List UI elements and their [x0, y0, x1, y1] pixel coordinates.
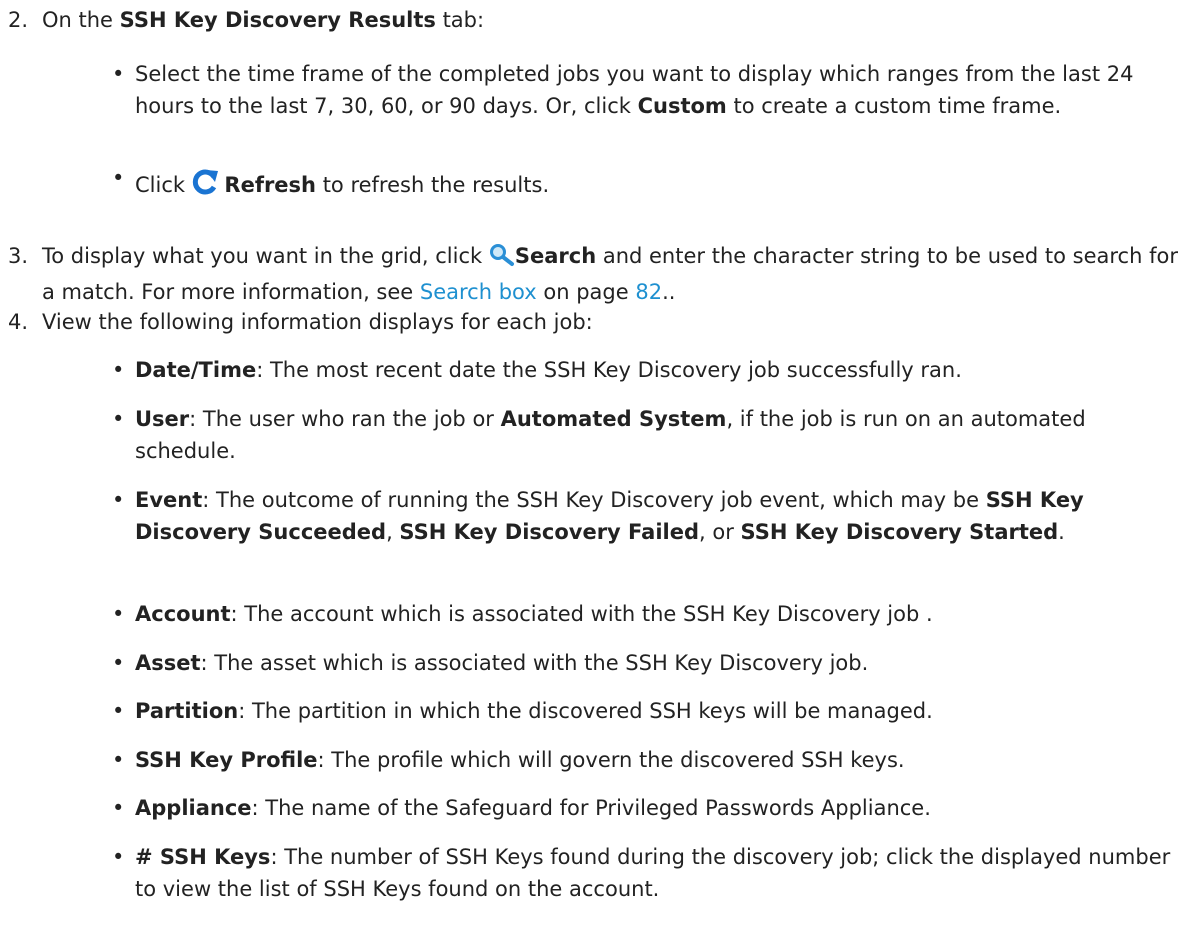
- bullet-text-part: Click: [135, 173, 192, 197]
- custom-label: Custom: [637, 94, 727, 118]
- info-term: Automated System: [500, 407, 727, 431]
- bullet-dot: •: [112, 796, 125, 820]
- info-desc: : The outcome of running the SSH Key Dis…: [202, 488, 986, 512]
- step-text-part: on page: [536, 280, 636, 304]
- info-desc: : The partition in which the discovered …: [238, 699, 933, 723]
- bullet-text-part: to refresh the results.: [316, 173, 550, 197]
- bullet-text: Date/Time: The most recent date the SSH …: [135, 354, 1185, 386]
- info-term: Partition: [135, 699, 239, 723]
- refresh-label: Refresh: [224, 173, 317, 197]
- info-desc: : The most recent date the SSH Key Disco…: [256, 358, 962, 382]
- bullet-text: User: The user who ran the job or Automa…: [135, 403, 1185, 467]
- bullet-text: Asset: The asset which is associated wit…: [135, 647, 1185, 679]
- bullet-dot: •: [112, 602, 125, 626]
- info-desc: : The name of the Safeguard for Privileg…: [251, 796, 931, 820]
- step-text-part: tab:: [435, 8, 485, 32]
- bullet-dot: •: [112, 845, 125, 869]
- step-text: View the following information displays …: [42, 310, 593, 334]
- search-label: Search: [514, 244, 597, 268]
- info-term: Account: [135, 602, 231, 626]
- search-box-link[interactable]: Search box: [420, 280, 537, 304]
- documentation-page: 2. On the SSH Key Discovery Results tab:…: [0, 0, 1191, 929]
- step-text: To display what you want in the grid, cl…: [42, 240, 1187, 308]
- bullet-text: SSH Key Profile: The profile which will …: [135, 744, 1185, 776]
- bullet-dot: •: [112, 748, 125, 772]
- step-text-part: ..: [662, 280, 676, 304]
- info-desc: .: [1058, 520, 1065, 544]
- bullet-dot: •: [112, 407, 125, 431]
- bullet-text: Select the time frame of the completed j…: [135, 58, 1185, 122]
- bullet-text: Event: The outcome of running the SSH Ke…: [135, 484, 1185, 548]
- info-desc: : The profile which will govern the disc…: [317, 748, 905, 772]
- bullet-dot: •: [112, 166, 125, 190]
- bullet-dot: •: [112, 699, 125, 723]
- info-desc: : The user who ran the job or: [189, 407, 501, 431]
- step-text-part: On the: [42, 8, 120, 32]
- info-term: SSH Key Discovery Started: [740, 520, 1059, 544]
- bullet-text: # SSH Keys: The number of SSH Keys found…: [135, 841, 1185, 905]
- step-number: 2.: [8, 8, 29, 32]
- step-text: On the SSH Key Discovery Results tab:: [42, 4, 1187, 36]
- bullet-dot: •: [112, 62, 125, 86]
- bullet-dot: •: [112, 488, 125, 512]
- tab-name: SSH Key Discovery Results: [119, 8, 436, 32]
- info-term: # SSH Keys: [135, 845, 271, 869]
- step-number: 3.: [8, 244, 29, 268]
- info-term: SSH Key Discovery Failed: [399, 520, 700, 544]
- info-term: User: [135, 407, 190, 431]
- info-term: Appliance: [135, 796, 252, 820]
- refresh-icon: [192, 168, 218, 205]
- step-number: 4.: [8, 310, 29, 334]
- search-icon: [489, 243, 515, 276]
- bullet-dot: •: [112, 358, 125, 382]
- bullet-text: Partition: The partition in which the di…: [135, 695, 1185, 727]
- bullet-text: Account: The account which is associated…: [135, 598, 1185, 630]
- bullet-text: Click Refresh to refresh the results.: [135, 168, 1185, 205]
- info-desc: : The asset which is associated with the…: [200, 651, 869, 675]
- page-link[interactable]: 82: [635, 280, 662, 304]
- info-term: Asset: [135, 651, 201, 675]
- bullet-dot: •: [112, 651, 125, 675]
- info-desc: ,: [386, 520, 400, 544]
- info-desc: : The account which is associated with t…: [230, 602, 933, 626]
- info-term: Event: [135, 488, 203, 512]
- bullet-text-part: to create a custom time frame.: [726, 94, 1062, 118]
- info-desc: : The number of SSH Keys found during th…: [135, 845, 1171, 901]
- info-desc: , or: [699, 520, 741, 544]
- info-term: SSH Key Profile: [135, 748, 318, 772]
- step-text-part: To display what you want in the grid, cl…: [42, 244, 489, 268]
- bullet-text: Appliance: The name of the Safeguard for…: [135, 792, 1185, 824]
- info-term: Date/Time: [135, 358, 257, 382]
